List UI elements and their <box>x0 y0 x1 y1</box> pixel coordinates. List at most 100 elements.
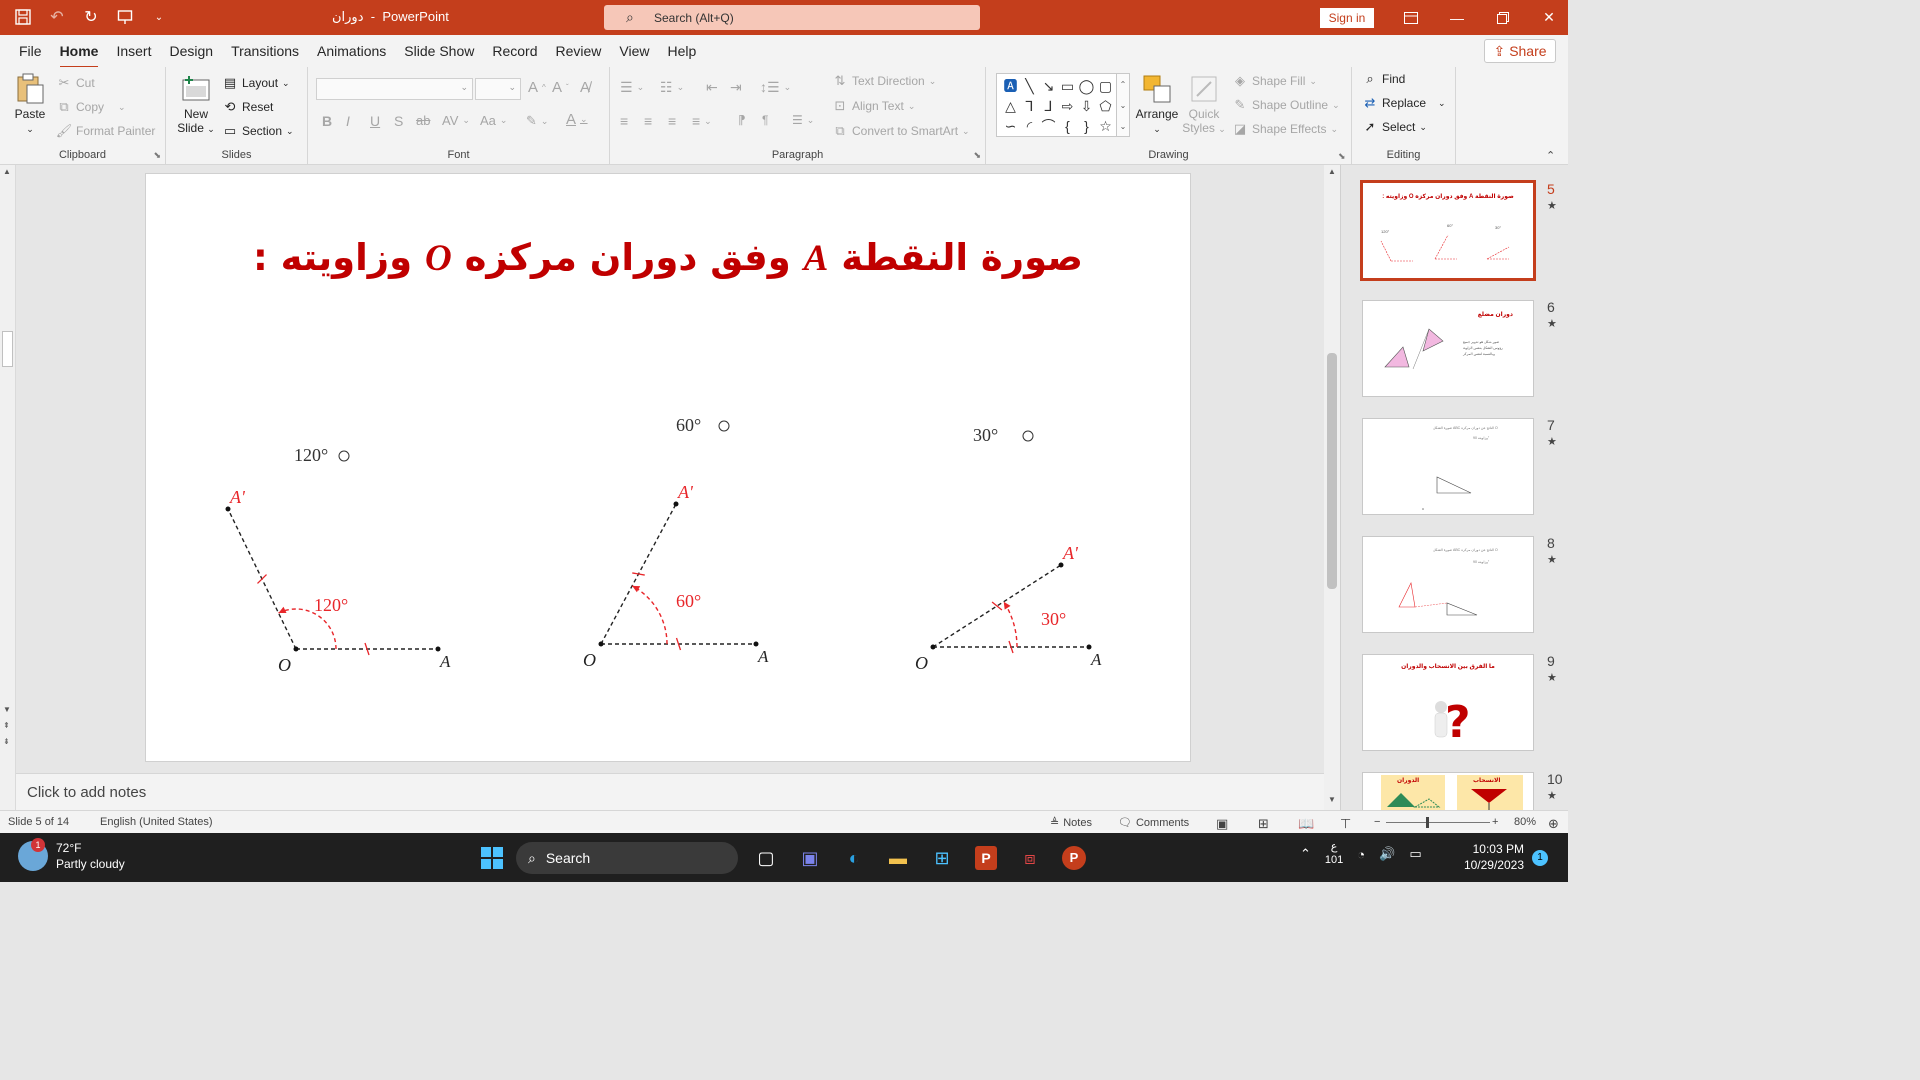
slide-scrollbar[interactable]: ▲ ▼ <box>1324 165 1340 810</box>
underline-icon[interactable]: U <box>370 113 380 129</box>
collapse-ribbon-icon[interactable]: ⌃ <box>1546 149 1555 162</box>
arrow-shape-icon[interactable]: ↘ <box>1039 76 1058 96</box>
minimize-icon[interactable]: — <box>1434 0 1480 35</box>
microsoft-store-icon[interactable]: ⊞ <box>920 841 964 875</box>
normal-view-icon[interactable]: ▣ <box>1216 816 1228 832</box>
increase-indent-icon[interactable]: ⇥ <box>730 79 742 96</box>
redo-icon[interactable]: ↻ <box>80 6 102 28</box>
layout-button[interactable]: ▤ Layout ⌄ <box>222 75 290 91</box>
thumbnail-slide[interactable]: ما الفرق بين الانسحاب والدوران ? <box>1362 654 1534 751</box>
scroll-down-icon[interactable]: ▼ <box>1328 795 1336 804</box>
tab-home[interactable]: Home <box>51 43 108 69</box>
slide-count[interactable]: Slide 5 of 14 <box>8 816 69 828</box>
shrink-font-icon[interactable]: Aˇ <box>552 79 569 96</box>
zoom-level[interactable]: 80% <box>1514 816 1536 828</box>
copy-button[interactable]: ⧉ Copy ⌄ <box>56 99 125 115</box>
align-left-icon[interactable]: ≡ <box>620 113 628 129</box>
pdf-app-icon[interactable]: P <box>964 841 1008 875</box>
shape-effects-button[interactable]: ◪ Shape Effects ⌄ <box>1232 121 1338 137</box>
sign-in-button[interactable]: Sign in <box>1320 8 1374 28</box>
triangle-shape-icon[interactable]: △ <box>1001 96 1020 116</box>
gallery-scroll[interactable]: ⌃ ⌄ ⌄ <box>1116 73 1130 137</box>
right-arrow-shape-icon[interactable]: ⇨ <box>1058 96 1077 116</box>
paste-button[interactable]: Paste ⌄ <box>10 73 50 135</box>
zoom-out-icon[interactable]: − <box>1374 816 1380 828</box>
highlight-icon[interactable]: ✎ ⌄ <box>526 113 548 129</box>
slide-sorter-icon[interactable]: ⊞ <box>1258 816 1269 832</box>
show-hidden-icons-icon[interactable]: ⌃ <box>1300 846 1311 862</box>
search-box[interactable]: ⌕ Search (Alt+Q) <box>604 5 980 30</box>
star-shape-icon[interactable]: ☆ <box>1096 116 1115 136</box>
zoom-slider-thumb[interactable] <box>1426 817 1429 828</box>
brace-left-shape-icon[interactable]: { <box>1058 116 1077 136</box>
weather-widget[interactable]: 1 72°F Partly cloudy <box>18 838 125 872</box>
windows-start-icon[interactable] <box>470 841 514 875</box>
zoom-slider[interactable] <box>1386 822 1490 823</box>
curve-shape-icon[interactable]: ∽ <box>1001 116 1020 136</box>
char-spacing-icon[interactable]: AV ⌄ <box>442 113 470 128</box>
task-view-icon[interactable]: ▢ <box>744 841 788 875</box>
file-explorer-icon[interactable]: ▬ <box>876 841 920 875</box>
left-scrollbar[interactable]: ▲ ▼ ⇞ ⇟ <box>0 165 16 810</box>
scroll-up-icon[interactable]: ▲ <box>3 167 11 176</box>
thumbnail-slide[interactable]: صورة الشكل ABC الناتج عن دوران مركزه O وز… <box>1362 536 1534 633</box>
convert-smartart-button[interactable]: ⧉ Convert to SmartArt ⌄ <box>832 123 969 139</box>
share-button[interactable]: ⇪ Share <box>1484 39 1556 63</box>
scroll-thumb[interactable] <box>1327 353 1337 589</box>
oval-shape-icon[interactable]: ◯ <box>1077 76 1096 96</box>
thumbnail-slide[interactable]: دوران مضلع صور شكل هو تدوير جميع رؤوس الش… <box>1362 300 1534 397</box>
thumbnail-slide[interactable]: الدوران الانسحاب <box>1362 772 1534 812</box>
fit-to-window-icon[interactable]: ⊕ <box>1548 816 1559 832</box>
down-arrow-shape-icon[interactable]: ⇩ <box>1077 96 1096 116</box>
tab-slide-show[interactable]: Slide Show <box>395 43 483 67</box>
ltr-icon[interactable]: ¶ <box>762 113 768 127</box>
dialog-launcher-icon[interactable]: ⬊ <box>1338 151 1346 162</box>
cut-button[interactable]: ✂ Cut <box>56 75 95 91</box>
align-right-icon[interactable]: ≡ <box>668 113 676 129</box>
tab-design[interactable]: Design <box>160 43 222 67</box>
pentagon-shape-icon[interactable]: ⬠ <box>1096 96 1115 116</box>
tab-view[interactable]: View <box>610 43 658 67</box>
slide-canvas[interactable]: صورة النقطة A وفق دوران مركزه O وزاويته … <box>145 173 1191 762</box>
grow-font-icon[interactable]: A ^ <box>528 79 546 96</box>
prev-slide-icon[interactable]: ⇞ <box>3 721 10 730</box>
clear-format-icon[interactable]: A̸ <box>580 79 590 96</box>
select-button[interactable]: ➚ Select ⌄ <box>1362 119 1427 135</box>
snipping-tool-icon[interactable]: ⧈ <box>1008 841 1052 875</box>
numbering-icon[interactable]: ☷ ⌄ <box>660 79 684 96</box>
textbox-shape-icon[interactable]: 🅰 <box>1001 76 1020 96</box>
shape-outline-button[interactable]: ✎ Shape Outline ⌄ <box>1232 97 1340 113</box>
justify-icon[interactable]: ≡ ⌄ <box>692 113 712 129</box>
notes-pane[interactable]: Click to add notes <box>16 773 1324 810</box>
decrease-indent-icon[interactable]: ⇤ <box>706 79 718 96</box>
thumbnail-slide[interactable]: صورة النقطة A وفق دوران مركزه O وزاويته … <box>1360 180 1536 281</box>
align-text-button[interactable]: ⊡ Align Text ⌄ <box>832 98 916 114</box>
dialog-launcher-icon[interactable]: ⬊ <box>973 150 981 161</box>
connector-shape-icon[interactable]: ⅂ <box>1020 96 1039 116</box>
rectangle-shape-icon[interactable]: ▭ <box>1058 76 1077 96</box>
columns-icon[interactable]: ☰ ⌄ <box>792 113 814 127</box>
taskbar-search[interactable]: ⌕ Search <box>516 842 738 874</box>
language-indicator[interactable]: English (United States) <box>100 816 213 828</box>
italic-icon[interactable]: I <box>346 113 350 129</box>
next-slide-icon[interactable]: ⇟ <box>3 737 10 746</box>
slide-title[interactable]: صورة النقطة A وفق دوران مركزه O وزاويته … <box>146 236 1190 280</box>
font-color-icon[interactable]: A ⌄ <box>566 111 588 128</box>
wifi-icon[interactable]: ◔ <box>1357 847 1365 862</box>
section-button[interactable]: ▭ Section ⌄ <box>222 123 294 139</box>
close-icon[interactable]: ✕ <box>1526 0 1572 35</box>
notes-toggle[interactable]: ≜ Notes <box>1050 816 1092 830</box>
bold-icon[interactable]: B <box>322 113 332 129</box>
font-name-combo[interactable]: ⌄ <box>316 78 473 100</box>
change-case-icon[interactable]: Aa ⌄ <box>480 113 507 128</box>
reading-view-icon[interactable]: 📖 <box>1298 816 1314 832</box>
save-icon[interactable] <box>12 6 34 28</box>
tab-review[interactable]: Review <box>546 43 610 67</box>
scroll-down-icon[interactable]: ▼ <box>3 705 11 714</box>
notification-badge[interactable]: 1 <box>1532 850 1548 866</box>
freeform-shape-icon[interactable]: ⌒ <box>1039 116 1058 136</box>
teams-chat-icon[interactable]: ▣ <box>788 841 832 875</box>
elbow-shape-icon[interactable]: ⅃ <box>1039 96 1058 116</box>
powerpoint-taskbar-icon[interactable]: P <box>1052 841 1096 875</box>
ribbon-display-icon[interactable] <box>1388 0 1434 35</box>
